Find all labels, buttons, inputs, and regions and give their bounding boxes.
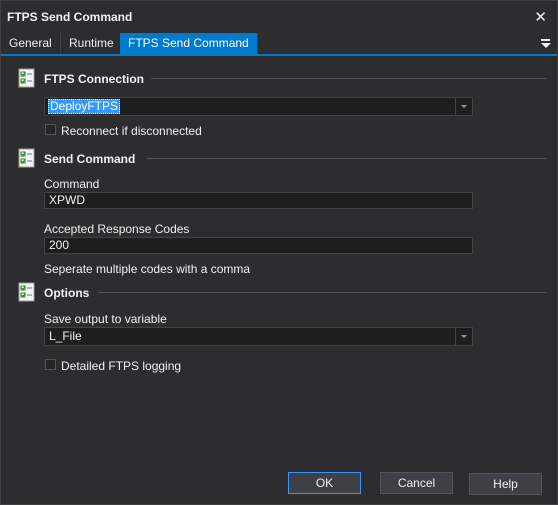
command-label: Command: [44, 177, 100, 191]
save-output-dropdown[interactable]: L_File: [44, 327, 473, 346]
checklist-icon: [18, 68, 35, 88]
connection-dropdown[interactable]: DeployFTPS: [44, 97, 473, 116]
detailed-logging-label: Detailed FTPS logging: [61, 359, 182, 373]
accepted-response-codes-label: Accepted Response Codes: [44, 222, 190, 236]
tab-general[interactable]: General: [1, 33, 61, 54]
command-input[interactable]: XPWD: [44, 192, 473, 209]
title-bar[interactable]: FTPS Send Command ✕: [1, 1, 557, 33]
connection-dropdown-value: DeployFTPS: [48, 99, 121, 114]
tab-ftps-send-command-label: FTPS Send Command: [128, 36, 249, 50]
section-title-options: Options: [44, 286, 90, 300]
codes-hint: Seperate multiple codes with a comma: [44, 262, 251, 276]
tab-runtime[interactable]: Runtime: [61, 33, 123, 54]
accepted-response-codes-input[interactable]: 200: [44, 237, 473, 254]
checklist-icon: [18, 148, 35, 168]
tab-ftps-send-command[interactable]: FTPS Send Command: [120, 33, 258, 54]
ok-button[interactable]: OK: [288, 472, 361, 494]
detailed-logging-checkbox[interactable]: [45, 359, 56, 370]
tab-menu-icon[interactable]: [539, 35, 553, 51]
tab-strip: General Runtime FTPS Send Command: [1, 33, 557, 56]
chevron-down-icon[interactable]: [455, 98, 472, 115]
section-divider: [151, 78, 546, 79]
dialog-window: FTPS Send Command ✕ General Runtime FTPS…: [0, 0, 558, 505]
reconnect-checkbox[interactable]: [45, 124, 56, 135]
section-divider: [146, 158, 546, 159]
section-divider: [98, 292, 546, 293]
checklist-icon: [18, 282, 35, 302]
section-title-ftps-connection: FTPS Connection: [44, 72, 144, 86]
save-output-label: Save output to variable: [44, 312, 167, 326]
save-output-dropdown-value: L_File: [49, 329, 82, 343]
window-title: FTPS Send Command: [7, 10, 133, 24]
chevron-down-icon[interactable]: [455, 328, 472, 345]
help-button[interactable]: Help: [469, 473, 542, 495]
tab-runtime-label: Runtime: [69, 36, 114, 50]
cancel-button[interactable]: Cancel: [380, 472, 453, 494]
section-title-send-command: Send Command: [44, 152, 136, 166]
tab-general-label: General: [9, 36, 52, 50]
reconnect-label: Reconnect if disconnected: [61, 124, 202, 138]
close-icon[interactable]: ✕: [534, 8, 547, 26]
